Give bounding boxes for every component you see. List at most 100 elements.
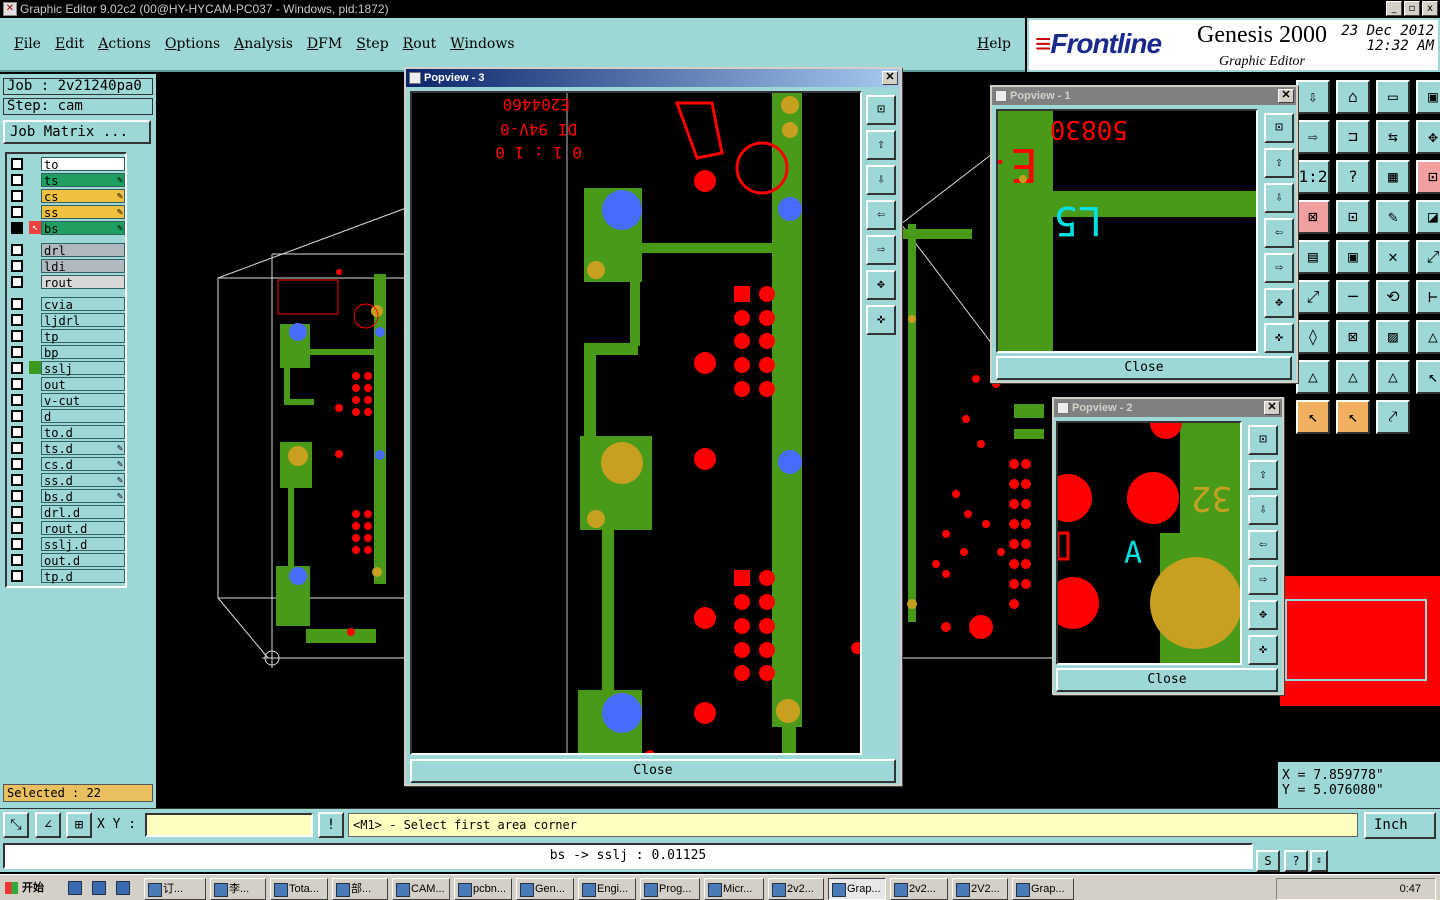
layer-row[interactable]: ss.d ✎ <box>7 472 125 488</box>
popview-tool-button[interactable]: ⇧ <box>1264 148 1294 178</box>
taskbar-item[interactable]: Gen... <box>516 878 574 900</box>
tool-button[interactable]: ⤤ <box>1376 400 1410 434</box>
snap-icon[interactable]: S <box>1256 850 1280 872</box>
taskbar-item[interactable]: pcbn... <box>454 878 512 900</box>
layer-row[interactable]: ↖ bs ✎ <box>7 220 125 236</box>
folder-icon[interactable] <box>116 881 130 895</box>
layer-checkbox[interactable] <box>11 222 23 234</box>
tool-button[interactable]: ▤ <box>1296 240 1330 274</box>
taskbar-item[interactable]: Prog... <box>640 878 700 900</box>
layer-name[interactable]: tp <box>41 329 125 344</box>
popview-tool-button[interactable]: ⊡ <box>1264 113 1294 143</box>
snap-grid-icon[interactable]: ⊞ <box>66 812 92 838</box>
layer-row[interactable]: rout.d <box>7 520 125 536</box>
layer-name[interactable]: rout.d <box>41 521 125 536</box>
layer-name[interactable]: sslj.d <box>41 537 125 552</box>
popview-tool-button[interactable]: ✥ <box>1248 600 1278 630</box>
layer-checkbox[interactable] <box>11 378 23 390</box>
taskbar-item[interactable]: Grap... <box>1012 878 1074 900</box>
popview-tool-button[interactable]: ⇨ <box>1248 565 1278 595</box>
layer-row[interactable]: to.d <box>7 424 125 440</box>
popview-1-close-icon[interactable]: ✕ <box>1278 89 1294 103</box>
layer-checkbox[interactable] <box>11 314 23 326</box>
tool-button[interactable]: 1:2 <box>1296 160 1330 194</box>
overview-panel[interactable] <box>1280 484 1440 762</box>
layer-checkbox[interactable] <box>11 330 23 342</box>
tool-button[interactable]: ⊡ <box>1416 160 1440 194</box>
layer-checkbox[interactable] <box>11 298 23 310</box>
tool-button[interactable]: ▣ <box>1416 80 1440 114</box>
layer-checkbox[interactable] <box>11 276 23 288</box>
layer-name[interactable]: out.d <box>41 553 125 568</box>
restore-button[interactable]: ▫ <box>1404 1 1420 16</box>
tool-button[interactable]: ─ <box>1336 280 1370 314</box>
tool-button[interactable]: ⇆ <box>1376 120 1410 154</box>
layer-row[interactable]: d <box>7 408 125 424</box>
layer-checkbox[interactable] <box>11 458 23 470</box>
taskbar-item[interactable]: Engi... <box>578 878 636 900</box>
layer-checkbox[interactable] <box>11 538 23 550</box>
tool-button[interactable]: △ <box>1336 360 1370 394</box>
menu-options[interactable]: Options <box>165 36 220 52</box>
layer-checkbox[interactable] <box>11 394 23 406</box>
tool-button[interactable]: ◊ <box>1296 320 1330 354</box>
layer-name[interactable]: bs <box>41 221 125 236</box>
layer-name[interactable]: drl <box>41 243 125 258</box>
layer-checkbox[interactable] <box>11 570 23 582</box>
layer-name[interactable]: ts <box>41 173 125 188</box>
layer-checkbox[interactable] <box>11 442 23 454</box>
layer-checkbox[interactable] <box>11 362 23 374</box>
tool-button[interactable]: ◪ <box>1416 200 1440 234</box>
tool-button[interactable]: ⤢ <box>1416 240 1440 274</box>
layer-checkbox[interactable] <box>11 346 23 358</box>
layer-name[interactable]: drl.d <box>41 505 125 520</box>
taskbar-item[interactable]: 李... <box>210 878 266 900</box>
layer-row[interactable]: bs.d ✎ <box>7 488 125 504</box>
layer-checkbox[interactable] <box>11 174 23 186</box>
layer-row[interactable]: ljdrl <box>7 312 125 328</box>
layer-name[interactable]: to <box>41 157 125 172</box>
popview-tool-button[interactable]: ⇧ <box>866 130 896 160</box>
tool-button[interactable]: ⊢ <box>1416 280 1440 314</box>
popview-tool-button[interactable]: ✥ <box>866 270 896 300</box>
close-window-button[interactable]: x <box>1422 1 1438 16</box>
popview-3-close-button[interactable]: Close <box>410 759 896 783</box>
popview-tool-button[interactable]: ✜ <box>1264 323 1294 353</box>
popview-3-titlebar[interactable]: Popview - 3 ✕ <box>406 69 900 87</box>
layer-name[interactable]: out <box>41 377 125 392</box>
tool-button[interactable]: ▭ <box>1376 80 1410 114</box>
menu-windows[interactable]: Windows <box>450 36 514 52</box>
popview-tool-button[interactable]: ⇨ <box>1264 253 1294 283</box>
taskbar-item[interactable]: Grap... <box>828 878 886 900</box>
layer-row[interactable]: rout <box>7 274 125 290</box>
popview-tool-button[interactable]: ✜ <box>866 305 896 335</box>
interrupt-icon[interactable]: ! <box>318 812 344 838</box>
popview-tool-button[interactable]: ⊡ <box>1248 425 1278 455</box>
layer-name[interactable]: bp <box>41 345 125 360</box>
menu-dfm[interactable]: DFM <box>307 36 342 52</box>
layer-name[interactable]: cs <box>41 189 125 204</box>
layer-row[interactable]: v-cut <box>7 392 125 408</box>
menu-analysis[interactable]: Analysis <box>234 36 293 52</box>
layer-name[interactable]: ts.d <box>41 441 125 456</box>
layer-row[interactable]: ts ✎ <box>7 172 125 188</box>
layer-row[interactable]: sslj <box>7 360 125 376</box>
tool-button[interactable]: ✥ <box>1416 120 1440 154</box>
tool-button[interactable]: ▦ <box>1376 160 1410 194</box>
popview-tool-button[interactable]: ⇦ <box>1248 530 1278 560</box>
layer-name[interactable]: rout <box>41 275 125 290</box>
popview-3-canvas[interactable]: E204460 DI 94V-0 0 1 : 1 0 <box>410 91 862 755</box>
popview-tool-button[interactable]: ⊡ <box>866 95 896 125</box>
layer-row[interactable]: cs.d ✎ <box>7 456 125 472</box>
tool-button[interactable]: ⊐ <box>1336 120 1370 154</box>
popview-1-titlebar[interactable]: Popview - 1 ✕ <box>992 87 1296 105</box>
layer-checkbox[interactable] <box>11 522 23 534</box>
popview-tool-button[interactable]: ⇦ <box>866 200 896 230</box>
spin-icon[interactable]: ⇕ <box>1310 850 1328 872</box>
tool-button[interactable]: ↖ <box>1336 400 1370 434</box>
tool-button[interactable]: ✎ <box>1376 200 1410 234</box>
layer-name[interactable]: bs.d <box>41 489 125 504</box>
layer-name[interactable]: v-cut <box>41 393 125 408</box>
popview-2-canvas[interactable]: 32 A <box>1056 421 1242 665</box>
tool-button[interactable]: ✕ <box>1376 240 1410 274</box>
